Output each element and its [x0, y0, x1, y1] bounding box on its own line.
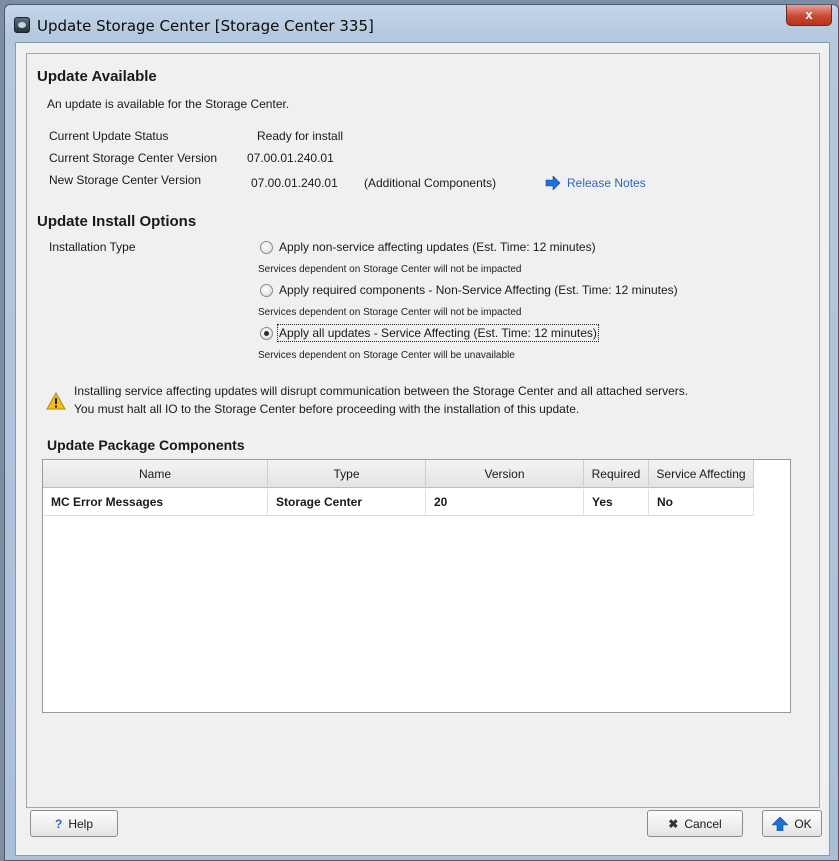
cell-required: Yes: [584, 489, 649, 516]
ok-button-label: OK: [794, 816, 812, 831]
option-non-service-affecting-label[interactable]: Apply non-service affecting updates (Est…: [279, 240, 596, 254]
content-panel: Update Available An update is available …: [26, 53, 820, 808]
update-available-heading: Update Available: [37, 68, 157, 85]
current-status-label: Current Update Status: [49, 129, 169, 143]
table-header: Name Type Version Required Service Affec…: [43, 460, 754, 488]
radio-non-service-affecting[interactable]: [260, 241, 273, 254]
help-button[interactable]: ? Help: [30, 810, 118, 837]
question-icon: ?: [54, 816, 63, 831]
option-non-service-affecting-note: Services dependent on Storage Center wil…: [258, 264, 522, 275]
app-icon: [14, 17, 30, 33]
column-header-type[interactable]: Type: [268, 460, 426, 488]
radio-all-updates[interactable]: [260, 327, 273, 340]
dialog-body: Update Available An update is available …: [15, 42, 830, 856]
current-version-value: 07.00.01.240.01: [247, 151, 334, 165]
cell-version: 20: [426, 489, 584, 516]
cancel-button-label: Cancel: [684, 816, 722, 831]
option-required-components-label[interactable]: Apply required components - Non-Service …: [279, 283, 678, 297]
close-button[interactable]: x: [786, 5, 832, 26]
arrow-right-icon[interactable]: [545, 176, 561, 190]
column-header-required[interactable]: Required: [584, 460, 649, 488]
option-all-updates-label[interactable]: Apply all updates - Service Affecting (E…: [277, 324, 599, 342]
x-icon: ✖: [668, 816, 679, 831]
cell-service-affecting: No: [649, 489, 754, 516]
new-version-label: New Storage Center Version: [49, 173, 202, 187]
column-header-name[interactable]: Name: [43, 460, 268, 488]
help-button-label: Help: [68, 816, 94, 831]
title-bar[interactable]: Update Storage Center [Storage Center 33…: [5, 5, 838, 43]
current-version-label: Current Storage Center Version: [49, 151, 218, 165]
cell-name: MC Error Messages: [43, 489, 268, 516]
new-version-value: 07.00.01.240.01: [251, 176, 338, 190]
warning-line-2: You must halt all IO to the Storage Cent…: [74, 402, 580, 416]
cell-type: Storage Center: [268, 489, 426, 516]
warning-icon: [46, 392, 66, 410]
install-options-heading: Update Install Options: [37, 213, 197, 230]
radio-required-components[interactable]: [260, 284, 273, 297]
dialog-window: Update Storage Center [Storage Center 33…: [4, 4, 839, 861]
components-table: Name Type Version Required Service Affec…: [42, 459, 791, 713]
current-status-value: Ready for install: [257, 129, 344, 143]
installation-type-label: Installation Type: [49, 240, 136, 254]
warning-line-1: Installing service affecting updates wil…: [74, 384, 689, 398]
column-header-version[interactable]: Version: [426, 460, 584, 488]
option-all-updates-note: Services dependent on Storage Center wil…: [258, 350, 515, 361]
components-heading: Update Package Components: [47, 437, 245, 453]
release-notes-link[interactable]: Release Notes: [567, 176, 646, 190]
ok-button[interactable]: OK: [762, 810, 822, 837]
column-header-service-affecting[interactable]: Service Affecting: [649, 460, 754, 488]
table-row[interactable]: MC Error Messages Storage Center 20 Yes …: [43, 489, 754, 516]
update-available-description: An update is available for the Storage C…: [47, 97, 290, 111]
cancel-button[interactable]: ✖ Cancel: [647, 810, 743, 837]
window-title: Update Storage Center [Storage Center 33…: [37, 17, 374, 35]
option-required-components-note: Services dependent on Storage Center wil…: [258, 307, 522, 318]
new-version-note: (Additional Components): [364, 176, 497, 190]
up-arrow-icon: [772, 816, 789, 831]
